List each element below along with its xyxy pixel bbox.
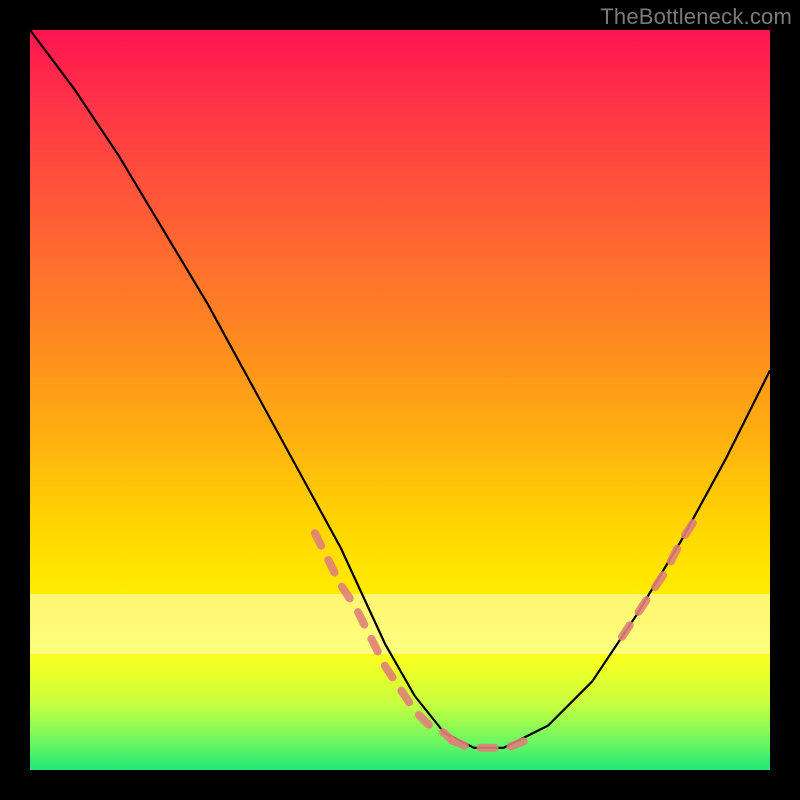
- series-highlight-left-descent: [315, 533, 452, 740]
- chart-frame: TheBottleneck.com: [0, 0, 800, 800]
- plot-area: [30, 30, 770, 770]
- chart-svg: [30, 30, 770, 770]
- series-highlight-valley-flat: [452, 740, 526, 747]
- series-main-curve: [30, 30, 770, 748]
- watermark-text: TheBottleneck.com: [600, 4, 792, 30]
